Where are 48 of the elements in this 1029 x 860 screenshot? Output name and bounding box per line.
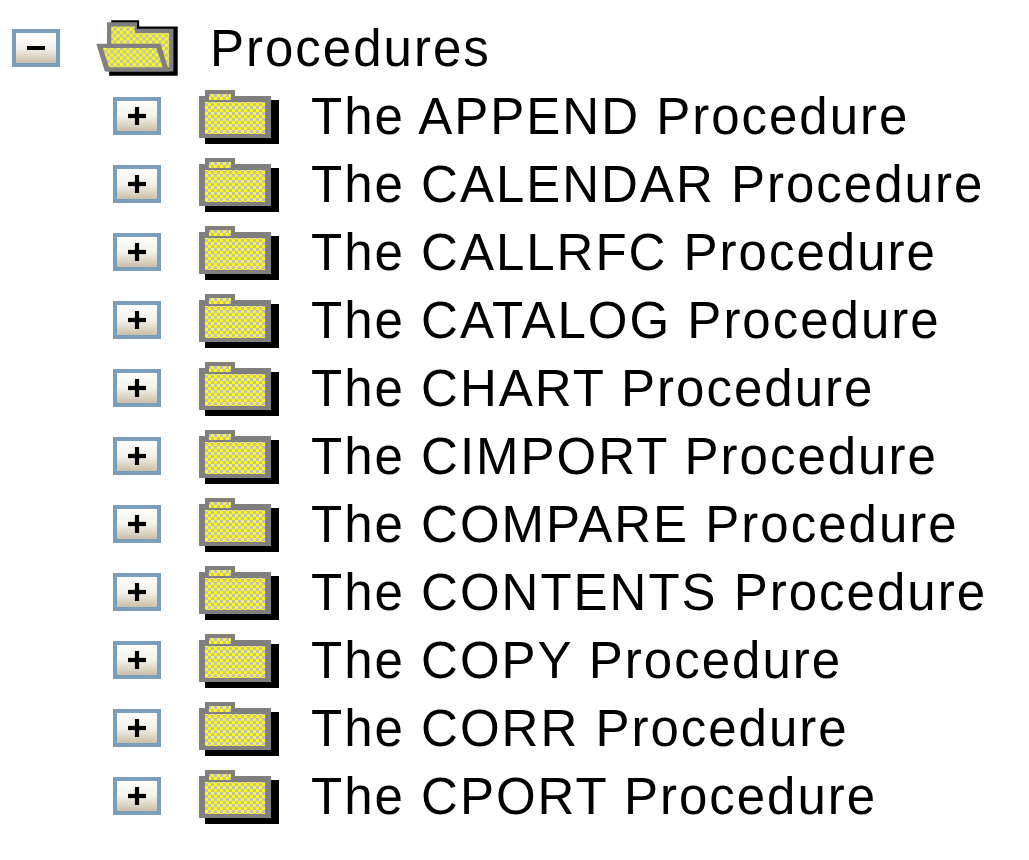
tree-item-label[interactable]: The CIMPORT Procedure bbox=[311, 426, 938, 486]
folder-icon bbox=[199, 496, 279, 552]
expand-button[interactable] bbox=[113, 777, 161, 815]
tree-item-label[interactable]: The CALLRFC Procedure bbox=[311, 222, 937, 282]
expand-button[interactable] bbox=[113, 641, 161, 679]
tree-item-label[interactable]: The CORR Procedure bbox=[311, 698, 849, 758]
expand-button[interactable] bbox=[113, 709, 161, 747]
folder-icon bbox=[199, 360, 279, 416]
collapse-button[interactable] bbox=[12, 29, 60, 67]
tree-item-label[interactable]: The CPORT Procedure bbox=[311, 766, 878, 826]
plus-icon bbox=[128, 651, 146, 669]
tree-item-label[interactable]: The APPEND Procedure bbox=[311, 86, 910, 146]
plus-icon bbox=[128, 175, 146, 193]
minus-icon bbox=[27, 45, 45, 51]
expand-button[interactable] bbox=[113, 573, 161, 611]
folder-icon bbox=[199, 224, 279, 280]
plus-icon bbox=[128, 787, 146, 805]
plus-icon bbox=[128, 447, 146, 465]
folder-icon bbox=[199, 564, 279, 620]
plus-icon bbox=[128, 719, 146, 737]
folder-icon bbox=[199, 156, 279, 212]
open-folder-icon bbox=[94, 18, 180, 78]
tree-item-label[interactable]: The CATALOG Procedure bbox=[311, 290, 941, 350]
plus-icon bbox=[128, 107, 146, 125]
folder-icon bbox=[199, 88, 279, 144]
tree-item-label[interactable]: The CALENDAR Procedure bbox=[311, 154, 985, 214]
folder-icon bbox=[199, 428, 279, 484]
tree-item-label[interactable]: The COPY Procedure bbox=[311, 630, 843, 690]
tree-item-label[interactable]: Procedures bbox=[210, 18, 491, 78]
folder-icon bbox=[199, 768, 279, 824]
folder-icon bbox=[199, 632, 279, 688]
plus-icon bbox=[128, 379, 146, 397]
expand-button[interactable] bbox=[113, 165, 161, 203]
tree-item-label[interactable]: The CONTENTS Procedure bbox=[311, 562, 988, 622]
plus-icon bbox=[128, 515, 146, 533]
plus-icon bbox=[128, 583, 146, 601]
expand-button[interactable] bbox=[113, 505, 161, 543]
expand-button[interactable] bbox=[113, 97, 161, 135]
folder-icon bbox=[199, 700, 279, 756]
tree-item-label[interactable]: The CHART Procedure bbox=[311, 358, 875, 418]
expand-button[interactable] bbox=[113, 301, 161, 339]
plus-icon bbox=[128, 311, 146, 329]
expand-button[interactable] bbox=[113, 437, 161, 475]
tree-item-label[interactable]: The COMPARE Procedure bbox=[311, 494, 959, 554]
folder-icon bbox=[199, 292, 279, 348]
plus-icon bbox=[128, 243, 146, 261]
expand-button[interactable] bbox=[113, 369, 161, 407]
expand-button[interactable] bbox=[113, 233, 161, 271]
